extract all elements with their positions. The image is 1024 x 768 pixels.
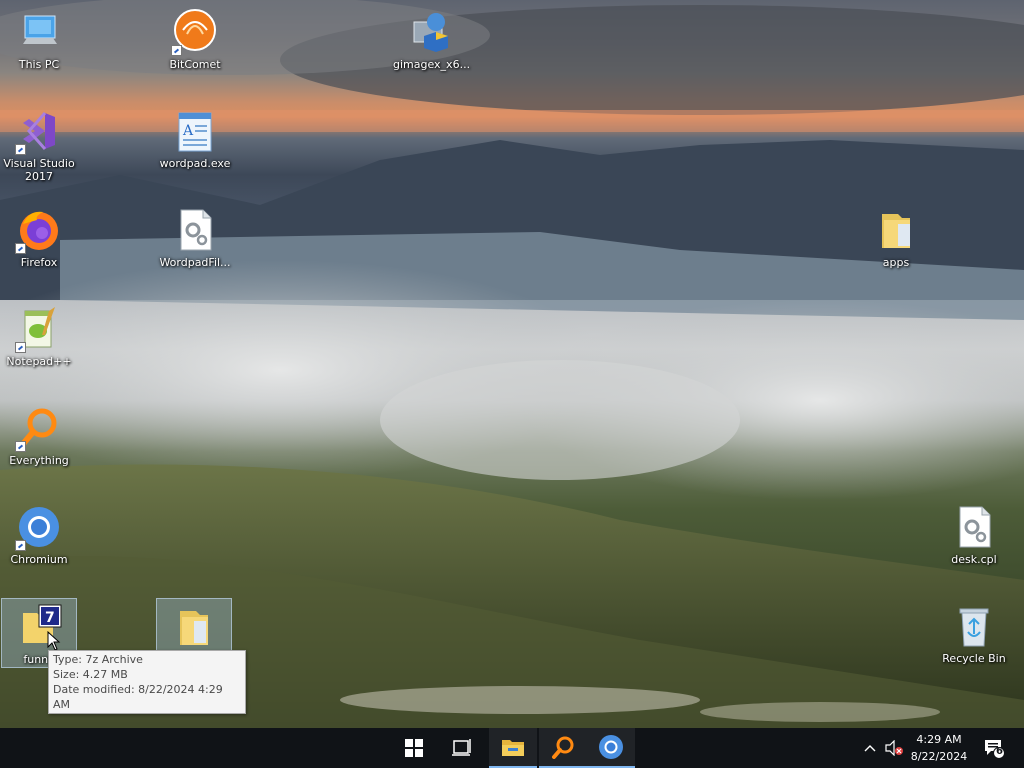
visual-studio-icon (15, 107, 63, 155)
desktop-icon-everything[interactable]: Everything (2, 400, 76, 467)
desktop-icon-gimagex[interactable]: gimagex_x6... (393, 4, 471, 71)
icon-label: BitComet (169, 58, 221, 71)
icon-label: apps (882, 256, 910, 269)
volume-muted-icon (885, 740, 903, 756)
icon-label: desk.cpl (951, 553, 997, 566)
volume-button[interactable] (882, 728, 906, 768)
chevron-up-icon (864, 745, 876, 752)
desktop-icon-this-pc[interactable]: This PC (2, 4, 76, 71)
tooltip-type: Type: 7z Archive (53, 653, 143, 666)
shortcut-arrow-icon (15, 540, 26, 551)
file-explorer-button[interactable] (489, 728, 537, 768)
action-center-button[interactable]: 6 (978, 728, 1010, 768)
notepad-plus-plus-icon (15, 305, 63, 353)
task-view-button[interactable] (438, 728, 486, 768)
svg-text:A: A (182, 123, 194, 139)
everything-icon (15, 404, 63, 452)
task-view-icon (452, 739, 471, 756)
chromium-icon (15, 503, 63, 551)
icon-label: Notepad++ (6, 355, 72, 368)
desktop-icon-wordpadfil[interactable]: WordpadFil... (158, 202, 232, 269)
folder-icon (872, 206, 920, 254)
chromium-taskbar-button[interactable] (587, 728, 635, 768)
icon-label: wordpad.exe (159, 157, 231, 170)
folder-icon (170, 603, 218, 651)
desktop-icon-wordpad[interactable]: A wordpad.exe (158, 103, 232, 170)
icon-label: gimagex_x6... (393, 58, 471, 71)
icon-label: Recycle Bin (942, 652, 1006, 665)
icon-label: Firefox (20, 256, 58, 269)
clock-time: 4:29 AM (916, 733, 962, 746)
icon-label: Chromium (10, 553, 68, 566)
wallpaper (0, 0, 1024, 728)
bitcomet-icon (171, 8, 219, 56)
shortcut-arrow-icon (15, 342, 26, 353)
mouse-cursor-icon (47, 631, 61, 651)
file-explorer-icon (502, 740, 524, 756)
settings-file-icon (950, 503, 998, 551)
file-tooltip: Type: 7z Archive Size: 4.27 MB Date modi… (48, 650, 246, 714)
desktop-icon-recycle-bin[interactable]: Recycle Bin (937, 598, 1011, 665)
taskbar: 4:29 AM 8/22/2024 6 (0, 728, 1024, 768)
desktop-icon-bitcomet[interactable]: BitComet (158, 4, 232, 71)
icon-label: WordpadFil... (159, 256, 231, 269)
shortcut-arrow-icon (15, 441, 26, 452)
gimagex-icon (406, 8, 454, 56)
icon-label: Visual Studio 2017 (3, 157, 75, 183)
desktop-icon-notepad-plus-plus[interactable]: Notepad++ (2, 301, 76, 368)
start-button[interactable] (390, 728, 438, 768)
show-hidden-icons-button[interactable] (860, 728, 880, 768)
svg-text:7: 7 (45, 610, 55, 626)
notification-count-badge: 6 (996, 746, 1003, 757)
recycle-bin-icon (950, 602, 998, 650)
tooltip-date-modified: Date modified: 8/22/2024 4:29 AM (53, 683, 223, 711)
chromium-icon (599, 735, 623, 759)
tooltip-size: Size: 4.27 MB (53, 668, 128, 681)
desktop-icon-desk-cpl[interactable]: desk.cpl (937, 499, 1011, 566)
taskbar-clock[interactable]: 4:29 AM 8/22/2024 (904, 731, 974, 765)
desktop-icon-chromium[interactable]: Chromium (2, 499, 76, 566)
windows-start-icon (405, 739, 423, 757)
settings-file-icon (171, 206, 219, 254)
desktop-icon-visual-studio[interactable]: Visual Studio 2017 (2, 103, 76, 183)
desktop-icon-firefox[interactable]: Firefox (2, 202, 76, 269)
clock-date: 8/22/2024 (910, 750, 968, 763)
desktop-icon-apps-folder[interactable]: apps (859, 202, 933, 269)
shortcut-arrow-icon (15, 144, 26, 155)
icon-label: This PC (18, 58, 60, 71)
shortcut-arrow-icon (171, 45, 182, 56)
icon-label: Everything (9, 454, 69, 467)
shortcut-arrow-icon (15, 243, 26, 254)
wordpad-icon: A (171, 107, 219, 155)
desktop[interactable]: This PC BitComet gimagex_x6... Visual St… (0, 0, 1024, 728)
everything-search-button[interactable] (539, 728, 587, 768)
this-pc-icon (15, 8, 63, 56)
everything-search-icon (552, 736, 574, 759)
firefox-icon (15, 206, 63, 254)
